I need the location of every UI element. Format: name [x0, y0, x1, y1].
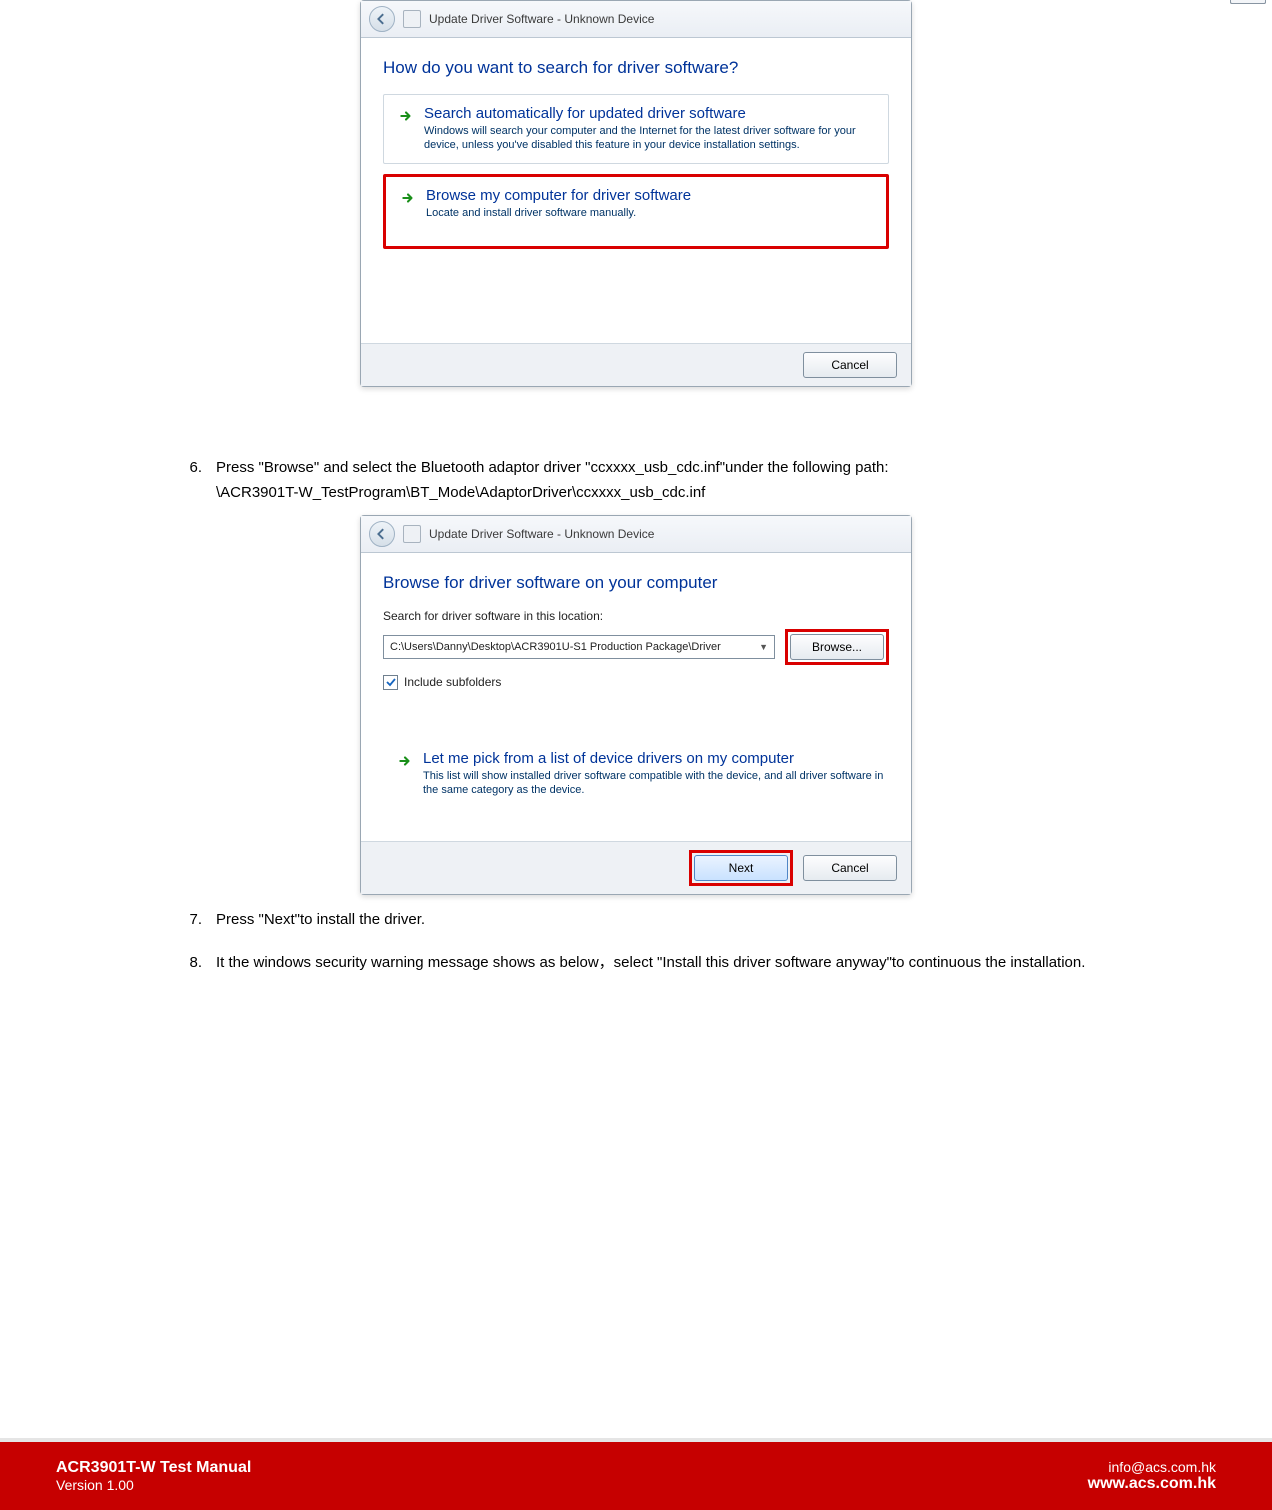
step-text: Press "Next"to install the driver. — [216, 909, 1092, 930]
footer-website: www.acs.com.hk — [1088, 1475, 1216, 1493]
instruction-step-7: 7. Press "Next"to install the driver. — [180, 909, 1092, 930]
button-label: Cancel — [831, 358, 868, 372]
instruction-step-8: 8. It the windows security warning messa… — [180, 952, 1092, 973]
dialog-title: Update Driver Software - Unknown Device — [429, 527, 654, 541]
option-description: Locate and install driver software manua… — [426, 206, 691, 220]
dialog-heading: Browse for driver software on your compu… — [383, 573, 889, 593]
highlight-next: Next — [689, 850, 793, 886]
option-description: Windows will search your computer and th… — [424, 124, 874, 153]
option-title: Search automatically for updated driver … — [424, 105, 874, 122]
device-icon — [403, 525, 421, 543]
arrow-left-icon — [376, 13, 388, 25]
checkbox-icon — [383, 675, 398, 690]
option-search-automatically[interactable]: Search automatically for updated driver … — [383, 94, 889, 164]
highlight-browse: Browse... — [785, 629, 889, 665]
chevron-down-icon: ▼ — [759, 642, 768, 652]
arrow-left-icon — [376, 528, 388, 540]
step-text: Press "Browse" and select the Bluetooth … — [216, 457, 1092, 478]
close-button[interactable]: ⨉ — [1230, 0, 1266, 4]
driver-path-combo[interactable]: C:\Users\Danny\Desktop\ACR3901U-S1 Produ… — [383, 635, 775, 659]
driver-search-dialog: ⨉ Update Driver Software - Unknown Devic… — [360, 0, 912, 387]
browse-button[interactable]: Browse... — [790, 634, 884, 660]
option-browse-computer[interactable]: Browse my computer for driver software L… — [383, 174, 889, 249]
footer-version: Version 1.00 — [56, 1477, 251, 1493]
button-label: Next — [729, 861, 754, 875]
step-text: It the windows security warning message … — [216, 952, 1092, 973]
button-label: Cancel — [831, 861, 868, 875]
back-button[interactable] — [369, 521, 395, 547]
browse-driver-dialog: ⨉ Update Driver Software - Unknown Devic… — [360, 515, 912, 896]
option-title: Browse my computer for driver software — [426, 187, 691, 204]
cancel-button[interactable]: Cancel — [803, 855, 897, 881]
step-number: 6. — [180, 457, 202, 478]
option-description: This list will show installed driver sof… — [423, 769, 885, 798]
footer-email: info@acs.com.hk — [1088, 1459, 1216, 1475]
step-number: 8. — [180, 952, 202, 973]
next-button[interactable]: Next — [694, 855, 788, 881]
step-number: 7. — [180, 909, 202, 930]
arrow-right-icon — [397, 753, 413, 769]
dialog-titlebar: Update Driver Software - Unknown Device — [361, 1, 911, 38]
dialog-footer: Next Cancel — [361, 841, 911, 894]
arrow-right-icon — [400, 190, 416, 206]
option-let-me-pick[interactable]: Let me pick from a list of device driver… — [393, 744, 889, 804]
device-icon — [403, 10, 421, 28]
checkbox-label: Include subfolders — [404, 675, 501, 689]
dialog-footer: Cancel — [361, 343, 911, 386]
option-title: Let me pick from a list of device driver… — [423, 750, 885, 767]
dialog-title: Update Driver Software - Unknown Device — [429, 12, 654, 26]
cancel-button[interactable]: Cancel — [803, 352, 897, 378]
combo-value: C:\Users\Danny\Desktop\ACR3901U-S1 Produ… — [390, 641, 721, 653]
instruction-step-6: 6. Press "Browse" and select the Bluetoo… — [180, 457, 1092, 478]
footer-title: ACR3901T-W Test Manual — [56, 1459, 251, 1477]
document-footer: ACR3901T-W Test Manual Version 1.00 info… — [0, 1442, 1272, 1510]
search-location-label: Search for driver software in this locat… — [383, 609, 889, 623]
back-button[interactable] — [369, 6, 395, 32]
dialog-heading: How do you want to search for driver sof… — [383, 58, 889, 78]
include-subfolders-checkbox[interactable]: Include subfolders — [383, 675, 889, 690]
button-label: Browse... — [812, 640, 862, 654]
dialog-titlebar: Update Driver Software - Unknown Device — [361, 516, 911, 553]
arrow-right-icon — [398, 108, 414, 124]
driver-path: \ACR3901T-W_TestProgram\BT_Mode\AdaptorD… — [216, 484, 1092, 501]
